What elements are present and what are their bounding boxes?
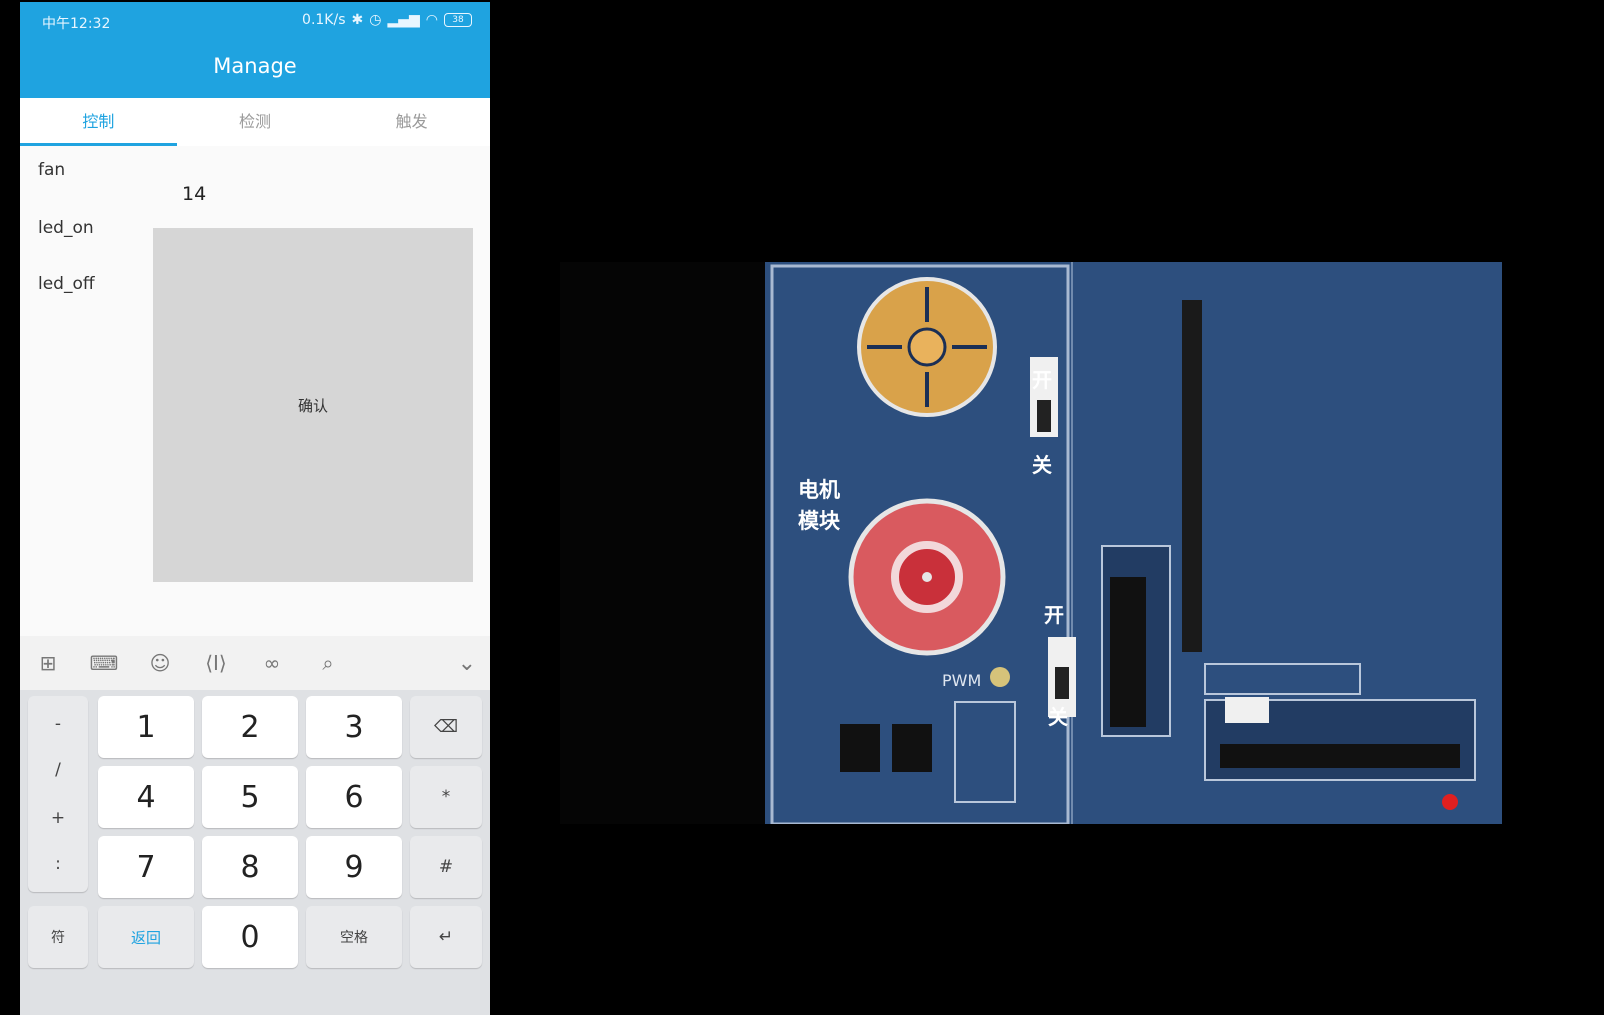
key-3[interactable]: 3 xyxy=(306,696,402,758)
tab-trigger[interactable]: 触发 xyxy=(333,98,490,146)
command-item-fan[interactable]: fan xyxy=(38,160,65,180)
key-minus[interactable]: - xyxy=(28,714,88,734)
camera-video: 开 关 开 关 电机 模块 PWM xyxy=(560,262,1502,824)
chevron-down-icon[interactable]: ⌄ xyxy=(458,651,476,676)
key-plus[interactable]: + xyxy=(28,808,88,828)
led-icon xyxy=(990,667,1010,687)
wifi-icon: ◠ xyxy=(425,12,438,28)
motor-module-label-1: 电机 xyxy=(798,478,840,502)
pin-header-vertical xyxy=(1182,300,1202,652)
tab-detect[interactable]: 检测 xyxy=(177,98,334,146)
confirm-button[interactable]: 确认 xyxy=(153,228,473,582)
space-key[interactable]: 空格 xyxy=(306,906,402,968)
switch-on-label-bottom: 开 xyxy=(1044,603,1064,627)
emoji-icon[interactable]: ☺ xyxy=(132,651,188,675)
wheel-icon xyxy=(857,277,997,417)
backspace-icon: ⌫ xyxy=(433,717,459,737)
enter-icon: ↵ xyxy=(438,927,454,947)
motor-icon xyxy=(848,498,1006,656)
key-5[interactable]: 5 xyxy=(202,766,298,828)
cursor-icon[interactable]: ⟨I⟩ xyxy=(188,651,244,675)
battery-icon: 38 xyxy=(444,13,472,27)
tab-control[interactable]: 控制 xyxy=(20,98,177,146)
pwm-label: PWM xyxy=(942,671,981,690)
keyboard-icon[interactable]: ⌨ xyxy=(76,651,132,675)
white-connector-icon xyxy=(1225,697,1269,723)
app-bar: Manage xyxy=(20,42,490,98)
phone-screen: 中午12:32 0.1K/s ✱ ◷ ▂▄▆ ◠ 38 Manage 控制 检测… xyxy=(20,2,490,1015)
key-colon[interactable]: : xyxy=(28,854,88,874)
chip-icon-2 xyxy=(892,724,932,772)
backspace-key[interactable]: ⌫ xyxy=(410,696,482,758)
app-title: Manage xyxy=(213,54,297,78)
keyboard-toolbar: ⊞ ⌨ ☺ ⟨I⟩ ∞ ⌕ ⌄ xyxy=(20,636,490,690)
chip-icon xyxy=(840,724,880,772)
signal-icon: ▂▄▆ xyxy=(387,12,420,28)
key-6[interactable]: 6 xyxy=(306,766,402,828)
key-8[interactable]: 8 xyxy=(202,836,298,898)
key-slash[interactable]: / xyxy=(28,760,88,780)
ribbon-connector-icon xyxy=(1220,744,1460,768)
red-led-icon xyxy=(1442,794,1458,810)
value-input[interactable] xyxy=(180,176,474,212)
symbol-key[interactable]: 符 xyxy=(28,906,88,968)
key-7[interactable]: 7 xyxy=(98,836,194,898)
control-panel: fan led_on led_off 确认 xyxy=(20,146,490,636)
command-item-led-off[interactable]: led_off xyxy=(38,274,95,294)
key-asterisk[interactable]: * xyxy=(410,766,482,828)
board-photo: 开 关 开 关 电机 模块 PWM xyxy=(560,262,1502,824)
key-9[interactable]: 9 xyxy=(306,836,402,898)
switch-off-label-top: 关 xyxy=(1032,453,1052,477)
numeric-keyboard: - / + : 1 2 3 ⌫ 4 5 6 * 7 8 9 # 符 返回 0 空… xyxy=(20,690,490,1015)
back-key[interactable]: 返回 xyxy=(98,906,194,968)
status-icons: 0.1K/s ✱ ◷ ▂▄▆ ◠ 38 xyxy=(302,12,472,28)
symbol-column: - / + : xyxy=(28,696,88,892)
motor-module-label-2: 模块 xyxy=(798,509,841,533)
enter-key[interactable]: ↵ xyxy=(410,906,482,968)
tab-bar: 控制 检测 触发 xyxy=(20,98,490,146)
key-4[interactable]: 4 xyxy=(98,766,194,828)
status-bar: 中午12:32 0.1K/s ✱ ◷ ▂▄▆ ◠ 38 xyxy=(20,2,490,42)
status-time: 中午12:32 xyxy=(42,16,111,32)
key-0[interactable]: 0 xyxy=(202,906,298,968)
grid-icon[interactable]: ⊞ xyxy=(20,651,76,675)
key-2[interactable]: 2 xyxy=(202,696,298,758)
switch-on-label-top: 开 xyxy=(1032,368,1052,392)
key-1[interactable]: 1 xyxy=(98,696,194,758)
command-item-led-on[interactable]: led_on xyxy=(38,218,94,238)
network-speed: 0.1K/s xyxy=(302,12,346,28)
link-icon[interactable]: ∞ xyxy=(244,651,300,675)
alarm-icon: ◷ xyxy=(369,12,382,28)
search-icon[interactable]: ⌕ xyxy=(300,651,356,675)
bluetooth-icon: ✱ xyxy=(351,12,364,28)
connector-icon xyxy=(1110,577,1146,727)
key-hash[interactable]: # xyxy=(410,836,482,898)
switch-off-label-bottom: 关 xyxy=(1048,705,1068,729)
